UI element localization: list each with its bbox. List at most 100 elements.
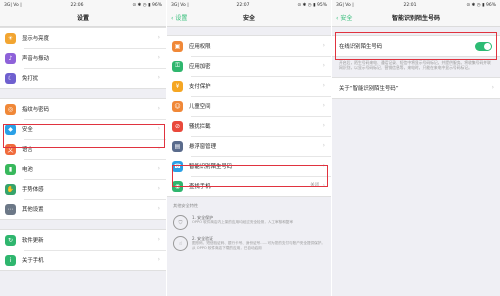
icon-glyph: ☺ [174, 102, 181, 110]
list-item-label: 显示与亮度 [22, 36, 49, 42]
icon-glyph: ▤ [174, 142, 181, 150]
chevron-right-icon: › [157, 105, 160, 112]
sun-icon: ☀ [5, 32, 16, 44]
status-icons-text: ⊙ ✱ ◷ ▮ 96% [466, 3, 496, 8]
page-title: 智能识别陌生号码 [391, 15, 440, 22]
list-item[interactable]: ☀ 显示与亮度 › [0, 28, 166, 48]
update-icon: ↻ [5, 234, 16, 246]
list-item-label: 指纹与密码 [22, 107, 49, 113]
battery-icon: ▮ [5, 163, 16, 175]
status-icons-text: ⊙ ✱ ◷ ▮ 96% [132, 3, 162, 8]
icon-glyph: ¥ [175, 82, 180, 90]
icon-glyph: ⋯ [7, 205, 14, 213]
carrier-text: 3G| Vo | [4, 3, 22, 8]
highlight-caller-id-row [172, 165, 328, 187]
highlight-toggle-row [335, 32, 497, 60]
icon-glyph: i [9, 256, 12, 264]
clock-text: 22:07 [236, 3, 250, 8]
list-item[interactable]: ▮ 电池 › [0, 159, 166, 179]
list-item-label: 悬浮窗管理 [189, 144, 216, 150]
icon-glyph: ⊘ [174, 122, 181, 130]
list-item-label: 应用权限 [189, 44, 211, 50]
page-title: 安全 [242, 15, 255, 22]
nav-bar: ‹ 设置 安全 [167, 11, 331, 27]
about-group: 关于“智能识别陌生号码” › [332, 76, 500, 99]
settings-group-system: ↻ 软件更新 › i 关于手机 › [0, 229, 166, 271]
icon-glyph: ☀ [7, 34, 14, 42]
list-item[interactable]: ♪ 声音与振动 › [0, 48, 166, 68]
icon-glyph: ♪ [8, 54, 13, 62]
status-icons-text: ⊙ ✱ ◷ ▮ 95% [297, 3, 327, 8]
list-item[interactable]: ☾ 免打扰 › [0, 68, 166, 88]
list-item[interactable]: ¥ 支付保护 › [167, 76, 331, 96]
about-caller-id-row[interactable]: 关于“智能识别陌生号码” › [332, 78, 500, 98]
lock-icon: ⚿ [172, 60, 183, 72]
page-title: 设置 [76, 15, 89, 22]
icon-glyph: ▮ [8, 165, 13, 173]
list-item-label: 手势体感 [22, 187, 44, 193]
nav-bar: ‹ 安全 智能识别陌生号码 [332, 11, 500, 27]
list-item-label: 声音与振动 [22, 56, 49, 62]
settings-group-security: ◎ 指纹与密码 › ◆ 安全 › 文语言 › ▮ 电池 › ✋ 手势体感 › ⋯ 其他设置 › [0, 98, 166, 220]
chevron-right-icon: › [157, 256, 160, 263]
list-item-label: 应用加密 [189, 64, 211, 70]
section-header: 其他安全特性 [173, 203, 199, 208]
status-right: ⊙ ✱ ◷ ▮ 96% [466, 3, 496, 8]
hand-outline-icon: ☝ [173, 236, 188, 251]
info-icon: i [5, 254, 16, 266]
list-item[interactable]: ⋯ 其他设置 › [0, 199, 166, 219]
chevron-right-icon: › [491, 83, 494, 91]
block-icon: ⊘ [172, 120, 183, 132]
about-caller-id-label: 关于“智能识别陌生号码” [339, 85, 399, 92]
clock-text: 22:01 [403, 3, 417, 8]
chevron-right-icon: › [322, 42, 325, 49]
screenshot-composite: 3G| Vo | 22:06 ⊙ ✱ ◷ ▮ 96% 设置 ☀ 显示与亮度 › ♪ 声音… [0, 0, 500, 296]
tip-text-block: 1. 安全保护 OPPO 软件商店内上架的应用均经过安全检测，人工审核和复审 [192, 215, 293, 230]
list-item[interactable]: ⚿ 应用加密 › [167, 56, 331, 76]
chevron-right-icon: › [157, 74, 160, 81]
list-item[interactable]: ▤ 悬浮窗管理 › [167, 136, 331, 156]
list-item-label: 关于手机 [22, 258, 44, 264]
carrier-text: 3G| Vo | [336, 3, 354, 8]
icon-glyph: ⚿ [175, 62, 180, 69]
list-item[interactable]: ✋ 手势体感 › [0, 179, 166, 199]
chevron-right-icon: › [157, 34, 160, 41]
nav-bar: 设置 [0, 11, 166, 27]
icon-glyph: ↻ [7, 236, 14, 244]
more-settings-icon: ⋯ [5, 203, 16, 215]
list-item-label: 软件更新 [22, 238, 44, 244]
status-bar: 3G| Vo | 22:07 ⊙ ✱ ◷ ▮ 95% [167, 0, 331, 11]
list-item[interactable]: ⊘ 骚扰拦截 › [167, 116, 331, 136]
chevron-right-icon: › [157, 205, 160, 212]
payment-protect-icon: ¥ [172, 80, 183, 92]
tip-body: OPPO 软件商店内上架的应用均经过安全检测，人工审核和复审 [192, 220, 293, 225]
chevron-right-icon: › [322, 102, 325, 109]
status-right: ⊙ ✱ ◷ ▮ 95% [297, 3, 327, 8]
settings-screen: 3G| Vo | 22:06 ⊙ ✱ ◷ ▮ 96% 设置 ☀ 显示与亮度 › ♪ 声音… [0, 0, 166, 296]
list-item-label: 骚扰拦截 [189, 124, 211, 130]
status-bar: 3G| Vo | 22:06 ⊙ ✱ ◷ ▮ 96% [0, 0, 166, 11]
list-item[interactable]: ☺ 儿童空间 › [167, 96, 331, 116]
list-item-label: 支付保护 [189, 84, 211, 90]
chevron-right-icon: › [157, 165, 160, 172]
list-item[interactable]: ▣ 应用权限 › [167, 36, 331, 56]
icon-glyph: ◎ [7, 105, 14, 113]
kid-icon: ☺ [172, 100, 183, 112]
list-item[interactable]: ↻ 软件更新 › [0, 230, 166, 250]
list-item-label: 其他设置 [22, 207, 44, 213]
chevron-right-icon: › [322, 62, 325, 69]
moon-icon: ☾ [5, 72, 16, 84]
icon-glyph: ✋ [6, 185, 15, 193]
list-item[interactable]: ◎ 指纹与密码 › [0, 99, 166, 119]
app-permission-icon: ▣ [172, 40, 183, 52]
chevron-right-icon: › [157, 54, 160, 61]
list-item[interactable]: i 关于手机 › [0, 250, 166, 270]
security-tips: ⛉ 1. 安全保护 OPPO 软件商店内上架的应用均经过安全检测，人工审核和复审 ☝ 2… [167, 212, 331, 255]
speaker-icon: ♪ [5, 52, 16, 64]
fingerprint-icon: ◎ [5, 103, 16, 115]
caller-id-screen: 3G| Vo | 22:01 ⊙ ✱ ◷ ▮ 96% ‹ 安全 智能识别陌生号码… [332, 0, 500, 296]
list-item-label: 儿童空间 [189, 104, 211, 110]
status-right: ⊙ ✱ ◷ ▮ 96% [132, 3, 162, 8]
status-bar: 3G| Vo | 22:01 ⊙ ✱ ◷ ▮ 96% [332, 0, 500, 11]
list-item-label: 免打扰 [22, 76, 39, 82]
